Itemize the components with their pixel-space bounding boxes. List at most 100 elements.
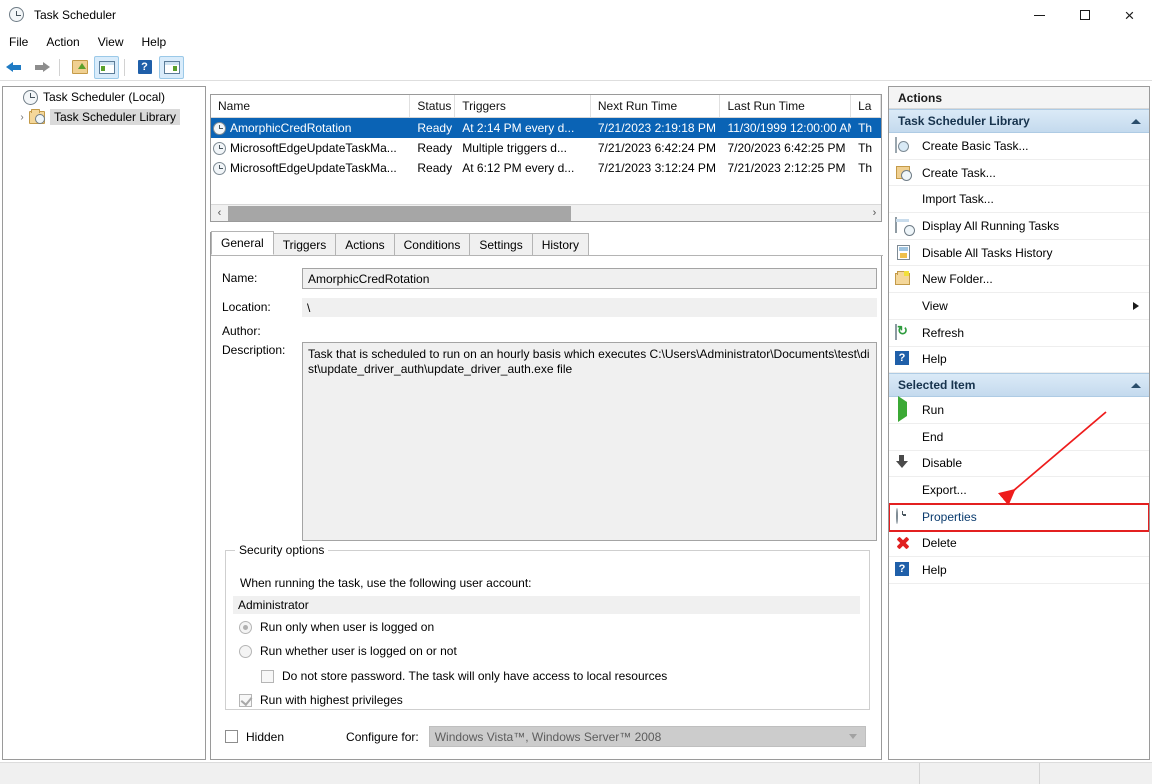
refresh-icon xyxy=(895,323,913,341)
action-label: Import Task... xyxy=(922,192,994,207)
up-one-level-button[interactable] xyxy=(67,56,92,79)
tab-actions[interactable]: Actions xyxy=(335,233,395,255)
display-running-tasks-icon xyxy=(895,216,913,234)
tab-settings[interactable]: Settings xyxy=(469,233,533,255)
description-value[interactable]: Task that is scheduled to run on an hour… xyxy=(302,342,877,541)
maximize-button[interactable] xyxy=(1062,0,1107,30)
show-hide-action-pane-button[interactable] xyxy=(159,55,184,79)
action-create-task[interactable]: Create Task... xyxy=(889,160,1149,187)
tab-triggers[interactable]: Triggers xyxy=(272,233,337,255)
chevron-up-icon[interactable] xyxy=(1131,118,1141,124)
radio-run-whether-logged-on[interactable]: Run whether user is logged on or not xyxy=(239,644,457,658)
action-disable[interactable]: Disable xyxy=(889,451,1149,478)
scroll-right-icon[interactable]: › xyxy=(866,205,881,222)
scrollbar-thumb[interactable] xyxy=(228,205,571,221)
toolbar-separator-2 xyxy=(124,58,125,76)
help-icon: ? xyxy=(895,351,913,367)
cell-last-run-result: Th xyxy=(851,118,881,138)
table-row[interactable]: MicrosoftEdgeUpdateTaskMa... Ready Multi… xyxy=(211,138,881,158)
forward-button[interactable] xyxy=(29,56,54,79)
radio-label: Run whether user is logged on or not xyxy=(260,644,457,658)
radio-icon xyxy=(239,644,252,658)
close-button[interactable]: × xyxy=(1107,0,1152,30)
actions-group-header-library[interactable]: Task Scheduler Library xyxy=(889,109,1149,133)
menu-view[interactable]: View xyxy=(89,33,133,51)
configure-for-row: Hidden Configure for: Windows Vista™, Wi… xyxy=(225,726,866,747)
action-refresh[interactable]: Refresh xyxy=(889,320,1149,347)
location-label: Location: xyxy=(222,300,271,314)
action-label: Create Task... xyxy=(922,165,996,180)
minimize-button[interactable] xyxy=(1017,0,1062,30)
hidden-label: Hidden xyxy=(246,729,285,744)
name-value[interactable]: AmorphicCredRotation xyxy=(302,268,877,289)
task-list-header: Name Status Triggers Next Run Time Last … xyxy=(211,95,881,118)
radio-run-only-logged-on[interactable]: Run only when user is logged on xyxy=(239,620,434,634)
location-value: \ xyxy=(302,298,877,317)
column-header-last-run-result[interactable]: La xyxy=(851,95,881,117)
hidden-checkbox-icon[interactable] xyxy=(225,730,238,743)
toolbar-separator xyxy=(59,58,60,76)
action-delete[interactable]: Delete xyxy=(889,531,1149,558)
tree-expander-library[interactable]: › xyxy=(15,112,29,123)
no-icon xyxy=(895,191,913,207)
cell-triggers: At 2:14 PM every d... xyxy=(455,118,591,138)
configure-for-select[interactable]: Windows Vista™, Windows Server™ 2008 xyxy=(428,726,866,747)
cell-status: Ready xyxy=(417,161,453,175)
action-help-selected[interactable]: ? Help xyxy=(889,557,1149,584)
cell-last-run-result: Th xyxy=(858,141,873,155)
task-detail-pane: General Triggers Actions Conditions Sett… xyxy=(210,231,883,760)
action-label: End xyxy=(922,429,944,444)
show-hide-console-tree-button[interactable] xyxy=(94,55,119,79)
table-row[interactable]: MicrosoftEdgeUpdateTaskMa... Ready At 6:… xyxy=(211,158,881,178)
clock-icon xyxy=(213,141,226,155)
column-header-status[interactable]: Status xyxy=(410,95,456,117)
action-import-task[interactable]: Import Task... xyxy=(889,186,1149,214)
menu-action[interactable]: Action xyxy=(37,33,88,51)
back-button[interactable] xyxy=(2,56,27,79)
submenu-arrow-icon xyxy=(1133,301,1139,310)
action-label: Help xyxy=(922,563,947,578)
action-create-basic-task[interactable]: Create Basic Task... xyxy=(889,133,1149,160)
action-properties[interactable]: Properties xyxy=(889,502,1149,532)
action-disable-all-tasks-history[interactable]: Disable All Tasks History xyxy=(889,240,1149,267)
cell-last-run-time: 7/20/2023 6:42:25 PM xyxy=(727,141,846,155)
tab-general[interactable]: General xyxy=(211,231,274,255)
cell-triggers: At 6:12 PM every d... xyxy=(462,161,575,175)
table-row[interactable]: AmorphicCredRotation Ready At 2:14 PM ev… xyxy=(211,118,881,138)
tab-conditions[interactable]: Conditions xyxy=(393,233,471,255)
checkbox-do-not-store-password[interactable]: Do not store password. The task will onl… xyxy=(261,669,667,683)
scrollbar-track[interactable] xyxy=(228,205,866,222)
cell-status: Ready xyxy=(417,141,453,155)
action-display-all-running-tasks[interactable]: Display All Running Tasks xyxy=(889,213,1149,240)
end-icon xyxy=(895,429,913,445)
action-label: View xyxy=(922,298,948,313)
horizontal-scrollbar[interactable]: ‹ › xyxy=(211,204,881,222)
action-view[interactable]: View xyxy=(889,293,1149,320)
column-header-last-run-time[interactable]: Last Run Time xyxy=(720,95,852,117)
scroll-left-icon[interactable]: ‹ xyxy=(211,205,228,222)
checkbox-run-highest-privileges[interactable]: Run with highest privileges xyxy=(239,693,403,707)
action-run[interactable]: Run xyxy=(889,396,1149,424)
action-end[interactable]: End xyxy=(889,424,1149,451)
column-header-name[interactable]: Name xyxy=(211,95,411,117)
close-icon: × xyxy=(1124,5,1135,25)
configure-for-label: Configure for: xyxy=(346,729,419,744)
account-prompt: When running the task, use the following… xyxy=(240,576,532,590)
clock-icon xyxy=(213,161,226,175)
menu-file[interactable]: File xyxy=(0,33,37,51)
tab-history[interactable]: History xyxy=(531,233,590,255)
actions-group-header-selected-item[interactable]: Selected Item xyxy=(889,373,1149,398)
author-field-row: Author: xyxy=(222,322,877,341)
action-help-library[interactable]: ? Help xyxy=(889,347,1149,374)
tree-item-task-scheduler-local[interactable]: Task Scheduler (Local) xyxy=(3,87,205,107)
column-header-next-run-time[interactable]: Next Run Time xyxy=(591,95,721,117)
tree-item-task-scheduler-library[interactable]: › Task Scheduler Library xyxy=(3,107,205,127)
action-new-folder[interactable]: New Folder... xyxy=(889,266,1149,294)
clock-icon xyxy=(23,89,38,105)
menu-help[interactable]: Help xyxy=(133,33,176,51)
chevron-up-icon[interactable] xyxy=(1131,382,1141,388)
action-export[interactable]: Export... xyxy=(889,477,1149,504)
column-header-triggers[interactable]: Triggers xyxy=(455,95,591,117)
description-field-row: Description: Task that is scheduled to r… xyxy=(222,342,877,541)
help-button[interactable]: ? xyxy=(132,56,157,79)
